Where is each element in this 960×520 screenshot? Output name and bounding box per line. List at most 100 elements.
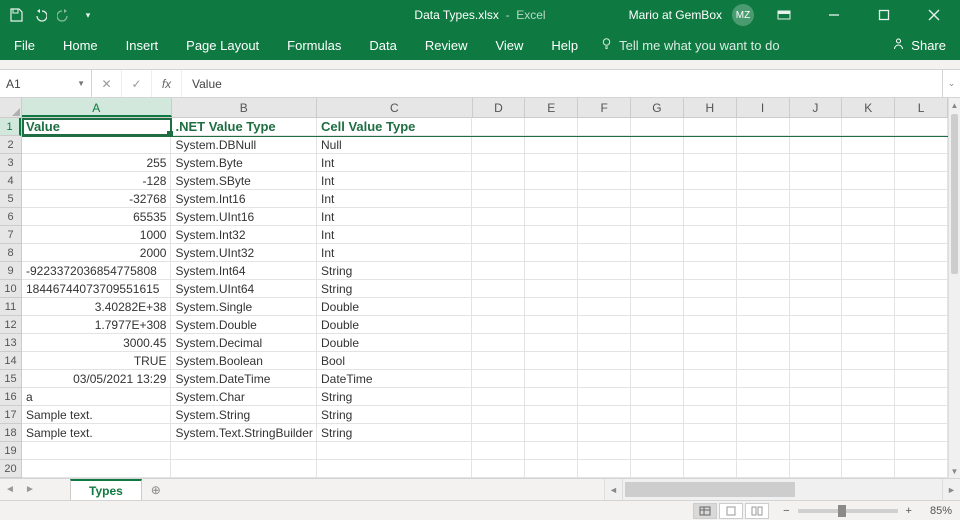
cell[interactable] — [578, 316, 631, 333]
cell[interactable] — [737, 118, 790, 135]
cell[interactable] — [631, 424, 684, 441]
row-header-5[interactable]: 5 — [0, 190, 21, 208]
cell[interactable] — [790, 424, 843, 441]
cell[interactable] — [578, 226, 631, 243]
row-header-8[interactable]: 8 — [0, 244, 21, 262]
cell[interactable] — [631, 460, 684, 477]
cell[interactable]: String — [317, 424, 472, 441]
sheet-nav-next-icon[interactable]: ► — [20, 484, 40, 495]
cell[interactable] — [842, 334, 895, 351]
cell[interactable] — [790, 460, 843, 477]
cell[interactable] — [525, 226, 578, 243]
cell[interactable]: Double — [317, 334, 472, 351]
cell[interactable]: String — [317, 280, 472, 297]
select-all-corner[interactable] — [0, 98, 22, 118]
add-sheet-icon[interactable]: ⊕ — [142, 483, 170, 497]
tab-view[interactable]: View — [481, 30, 537, 60]
cell[interactable] — [472, 388, 525, 405]
cell[interactable] — [895, 424, 948, 441]
cell[interactable] — [578, 154, 631, 171]
cell[interactable] — [895, 154, 948, 171]
cell[interactable] — [737, 316, 790, 333]
row-header-11[interactable]: 11 — [0, 298, 21, 316]
col-header-K[interactable]: K — [842, 98, 895, 117]
cell[interactable]: TRUE — [22, 352, 171, 369]
horizontal-scrollbar[interactable]: ◄ ► — [604, 479, 960, 500]
cell[interactable] — [578, 370, 631, 387]
cell[interactable] — [472, 262, 525, 279]
cell[interactable]: System.DateTime — [171, 370, 317, 387]
cell[interactable]: Int — [317, 172, 472, 189]
cell[interactable] — [472, 190, 525, 207]
tab-help[interactable]: Help — [537, 30, 592, 60]
cell[interactable] — [842, 406, 895, 423]
cell[interactable] — [578, 244, 631, 261]
cell[interactable] — [684, 154, 737, 171]
col-header-D[interactable]: D — [473, 98, 526, 117]
cell[interactable] — [737, 424, 790, 441]
cell[interactable] — [737, 172, 790, 189]
cell[interactable] — [525, 298, 578, 315]
cell[interactable]: Int — [317, 154, 472, 171]
cell[interactable] — [578, 262, 631, 279]
cell[interactable] — [684, 172, 737, 189]
cell[interactable] — [895, 370, 948, 387]
cell[interactable]: 3000.45 — [22, 334, 171, 351]
cell[interactable] — [631, 388, 684, 405]
hscroll-thumb[interactable] — [625, 482, 795, 497]
cell[interactable] — [737, 388, 790, 405]
row-header-20[interactable]: 20 — [0, 460, 21, 478]
cell[interactable] — [525, 118, 578, 135]
cell[interactable] — [790, 190, 843, 207]
col-header-E[interactable]: E — [525, 98, 578, 117]
cell[interactable] — [737, 370, 790, 387]
row-header-1[interactable]: 1 — [0, 118, 21, 136]
cell[interactable] — [737, 460, 790, 477]
cell[interactable] — [472, 334, 525, 351]
share-button[interactable]: Share — [892, 37, 960, 53]
cell[interactable] — [631, 406, 684, 423]
cell[interactable] — [472, 172, 525, 189]
tab-page-layout[interactable]: Page Layout — [172, 30, 273, 60]
name-box[interactable]: A1 ▼ — [0, 70, 92, 97]
zoom-handle[interactable] — [838, 505, 846, 517]
cell[interactable] — [842, 388, 895, 405]
cell[interactable] — [631, 370, 684, 387]
cell[interactable] — [631, 244, 684, 261]
cell[interactable] — [525, 460, 578, 477]
cell[interactable]: Bool — [317, 352, 472, 369]
cell[interactable] — [578, 136, 631, 153]
cell[interactable]: 1000 — [22, 226, 171, 243]
cell[interactable] — [631, 352, 684, 369]
cells-area[interactable]: Value.NET Value TypeCell Value TypeSyste… — [22, 118, 948, 478]
cell[interactable] — [472, 118, 525, 135]
cell[interactable]: Int — [317, 226, 472, 243]
cell[interactable] — [790, 154, 843, 171]
cell[interactable] — [472, 316, 525, 333]
cell[interactable] — [790, 244, 843, 261]
cell[interactable] — [895, 244, 948, 261]
cell[interactable] — [684, 442, 737, 459]
cell[interactable]: String — [317, 262, 472, 279]
row-header-9[interactable]: 9 — [0, 262, 21, 280]
cell[interactable]: Sample text. — [22, 424, 171, 441]
row-header-6[interactable]: 6 — [0, 208, 21, 226]
cell[interactable]: Value — [22, 118, 171, 135]
col-header-G[interactable]: G — [631, 98, 684, 117]
cell[interactable] — [895, 316, 948, 333]
col-header-B[interactable]: B — [172, 98, 318, 117]
tab-formulas[interactable]: Formulas — [273, 30, 355, 60]
cell[interactable] — [472, 136, 525, 153]
cell[interactable] — [895, 136, 948, 153]
tab-insert[interactable]: Insert — [112, 30, 173, 60]
cell[interactable] — [525, 370, 578, 387]
fx-icon[interactable]: fx — [152, 70, 182, 97]
vscroll-thumb[interactable] — [951, 114, 958, 274]
cell[interactable] — [684, 388, 737, 405]
cell[interactable] — [472, 370, 525, 387]
cell[interactable] — [895, 298, 948, 315]
cell[interactable]: System.Boolean — [171, 352, 317, 369]
cell[interactable]: 18446744073709551615 — [22, 280, 171, 297]
cell[interactable] — [842, 460, 895, 477]
cell[interactable] — [737, 154, 790, 171]
